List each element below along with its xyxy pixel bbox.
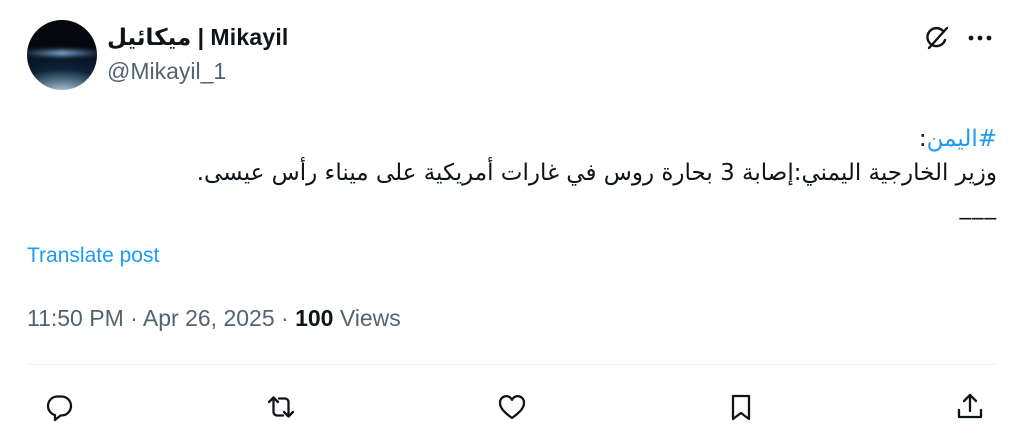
- avatar[interactable]: [27, 20, 97, 90]
- reply-button[interactable]: [37, 385, 81, 429]
- views-label: Views: [333, 305, 401, 331]
- grok-icon[interactable]: [923, 24, 951, 52]
- post-line-body: وزير الخارجية اليمني:إصابة 3 بحارة روس ف…: [196, 160, 997, 186]
- post-time[interactable]: 11:50 PM: [27, 305, 124, 331]
- more-icon[interactable]: [966, 26, 994, 50]
- translate-post-link[interactable]: Translate post: [27, 244, 159, 268]
- hashtag-suffix: :: [918, 126, 927, 152]
- heart-icon: [498, 395, 526, 420]
- reply-icon: [46, 395, 73, 422]
- share-icon: [957, 393, 983, 419]
- repost-button[interactable]: [259, 385, 303, 429]
- author-handle[interactable]: @Mikayil_1: [107, 58, 226, 85]
- share-button[interactable]: [948, 385, 992, 429]
- author-display-name[interactable]: ميكائيل | Mikayil: [107, 24, 289, 51]
- bookmark-button[interactable]: [719, 385, 763, 429]
- hashtag-link[interactable]: #اليمن: [927, 126, 997, 152]
- bookmark-icon: [731, 394, 751, 421]
- post-line-hashtag: #اليمن:: [37, 122, 997, 156]
- action-bar: [0, 385, 1024, 429]
- like-button[interactable]: [490, 385, 534, 429]
- divider: [27, 364, 997, 365]
- author-name-row: ميكائيل | Mikayil: [107, 22, 289, 52]
- post-date[interactable]: Apr 26, 2025: [143, 305, 275, 331]
- meta-separator: ·: [274, 305, 296, 331]
- post-meta: 11:50 PM · Apr 26, 2025 · 100 Views: [27, 305, 401, 332]
- views-count: 100: [295, 305, 334, 331]
- meta-separator: ·: [123, 305, 143, 331]
- post-line-separator: ___: [959, 194, 997, 220]
- repost-icon: [267, 396, 295, 418]
- post-text: #اليمن: وزير الخارجية اليمني:إصابة 3 بحا…: [37, 122, 997, 224]
